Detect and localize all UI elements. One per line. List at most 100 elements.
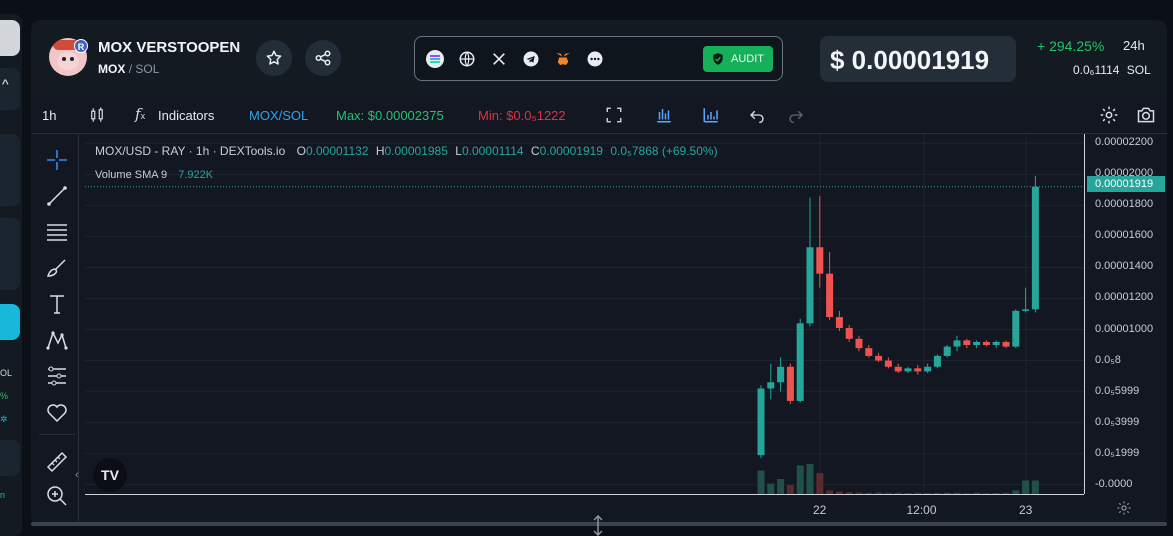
price-chart[interactable] <box>85 134 1084 494</box>
volume-bar <box>806 464 814 494</box>
y-tick-label: 0.00001200 <box>1095 291 1154 304</box>
candle-body <box>963 340 971 346</box>
price-usd: $ 0.00001919 <box>830 45 990 75</box>
volume-bar <box>786 485 794 494</box>
resize-arrows-icon[interactable] <box>591 515 605 536</box>
candle-series <box>757 175 1039 459</box>
fib-lines-icon[interactable] <box>45 220 69 244</box>
left-sidebar: ^ OL % ✲ n <box>0 14 22 536</box>
brush-icon[interactable] <box>45 256 69 280</box>
axis-settings-icon[interactable] <box>1116 500 1132 516</box>
y-tick-label: 0.0₅3999 <box>1095 415 1140 428</box>
candle-body <box>1002 341 1010 347</box>
candle-body <box>826 273 834 318</box>
chart-legend: MOX/USD - RAY · 1h · DEXTools.io O0.0000… <box>95 144 718 158</box>
legend-high: 0.00001985 <box>384 144 448 158</box>
sidebar-gear-icon: ✲ <box>0 414 8 424</box>
volume-sma-value: 7.922K <box>178 169 214 181</box>
sidebar-card-light[interactable] <box>0 20 20 56</box>
token-quote: SOL <box>135 62 160 76</box>
price-sol: 0.0₆1114 SOL <box>1073 63 1151 77</box>
share-icon <box>315 50 331 66</box>
candle-body <box>1022 309 1030 311</box>
y-tick-label: -0.0000 <box>1095 477 1133 490</box>
x-twitter-icon[interactable] <box>490 50 508 68</box>
candle-body <box>845 327 853 339</box>
candle-body <box>943 346 951 356</box>
sidebar-card-active[interactable] <box>0 304 20 340</box>
solana-icon[interactable] <box>426 50 444 68</box>
y-tick-label: 0.00002200 <box>1095 136 1154 149</box>
favorite-button[interactable] <box>256 40 292 76</box>
candle-body <box>835 317 843 328</box>
legend-change: 0.0₅7868 (+69.50%) <box>610 144 718 158</box>
volume-chart-icon[interactable] <box>702 106 720 124</box>
bar-chart-icon[interactable] <box>655 106 673 124</box>
sidebar-card-4[interactable] <box>0 440 20 476</box>
candle-body <box>786 366 794 401</box>
text-tool-icon[interactable] <box>45 292 69 316</box>
legend-low: 0.00001114 <box>461 144 524 158</box>
metamask-icon[interactable] <box>554 50 572 68</box>
raydium-badge-icon: R <box>74 39 88 53</box>
sidebar-card-collapse[interactable]: ^ <box>0 68 20 110</box>
candle-body <box>1031 186 1039 310</box>
min-price: Min: $0.0₅1222 <box>478 108 566 123</box>
star-icon <box>266 50 282 65</box>
candles-icon[interactable] <box>88 106 106 124</box>
token-name: MOX VERSTOOPEN <box>98 39 241 56</box>
volume-bar <box>777 479 785 494</box>
volume-bar <box>767 483 775 494</box>
candle-body <box>816 247 824 274</box>
candle-body <box>953 340 961 347</box>
trendline-icon[interactable] <box>45 184 69 208</box>
indicators-button[interactable]: Indicators <box>158 108 214 123</box>
zoom-in-icon[interactable] <box>45 484 69 508</box>
sidebar-card-3[interactable] <box>0 218 20 290</box>
sidebar-text-3: n <box>0 490 6 500</box>
y-tick-label: 0.0₅1999 <box>1095 446 1140 459</box>
x-tick-label: 22 <box>813 503 827 517</box>
token-pair: MOX / SOL <box>98 62 159 76</box>
ruler-icon[interactable] <box>45 450 69 474</box>
sidebar-card-2[interactable] <box>0 134 20 206</box>
settings-icon[interactable] <box>1099 105 1119 125</box>
x-tick-label: 12:00 <box>906 503 937 517</box>
prediction-icon[interactable] <box>45 364 69 388</box>
pair-switch[interactable]: MOX/SOL <box>249 108 308 123</box>
candle-body <box>884 360 892 367</box>
volume-bar <box>1031 480 1039 494</box>
candle-body <box>904 368 912 372</box>
volume-bars <box>757 464 1039 494</box>
token-header: R MOX VERSTOOPEN MOX / SOL AUDIT $ 0.000… <box>31 20 1167 96</box>
camera-icon[interactable] <box>1135 105 1157 125</box>
tradingview-logo-icon[interactable]: TV <box>93 458 127 492</box>
crosshair-icon[interactable] <box>45 148 69 172</box>
telegram-icon[interactable] <box>522 50 540 68</box>
share-button[interactable] <box>305 40 341 76</box>
volume-legend: Volume SMA 9 7.922K <box>95 169 213 181</box>
drawing-toolbar: ‹ <box>31 134 79 526</box>
undo-icon[interactable] <box>748 106 766 124</box>
collapse-drawbar-icon[interactable]: ‹ <box>75 469 79 481</box>
interval-button[interactable]: 1h <box>42 108 56 123</box>
volume-bar <box>816 473 824 494</box>
y-tick-label: 0.00001000 <box>1095 322 1154 335</box>
more-icon[interactable] <box>586 50 604 68</box>
candle-body <box>865 348 873 356</box>
candle-body <box>796 323 804 401</box>
chart-area: 1h fx Indicators MOX/SOL Max: $0.0000237… <box>31 96 1167 526</box>
fullscreen-icon[interactable] <box>605 106 623 124</box>
candle-body <box>806 247 814 324</box>
candle-body <box>855 338 863 349</box>
heart-icon[interactable] <box>45 400 69 424</box>
y-tick-label: 0.0₅5999 <box>1095 384 1140 397</box>
price-axis[interactable]: 0.00001919 0.00002200 0.00002000 0.0000180… <box>1084 134 1167 494</box>
redo-icon[interactable] <box>787 106 805 124</box>
price-change-period: 24h <box>1123 38 1145 53</box>
audit-button[interactable]: AUDIT <box>703 46 773 72</box>
pattern-icon[interactable] <box>45 328 69 352</box>
candle-body <box>767 382 775 389</box>
legend-open: 0.00001132 <box>305 144 369 158</box>
globe-icon[interactable] <box>458 50 476 68</box>
